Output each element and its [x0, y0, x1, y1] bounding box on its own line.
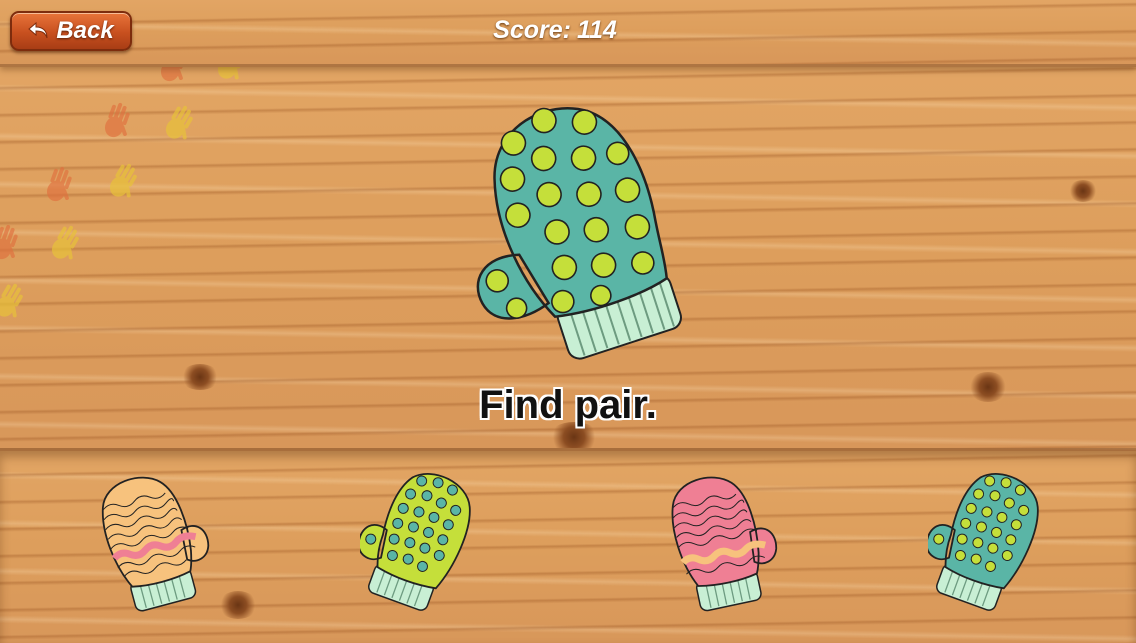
score-display: Score: 114	[0, 16, 1110, 45]
score-value: 114	[576, 16, 617, 44]
choice-mitten-1[interactable]	[80, 470, 210, 620]
score-label: Score:	[493, 16, 571, 44]
wood-knot	[218, 591, 258, 619]
target-mitten	[440, 88, 700, 378]
choice-mitten-3[interactable]	[648, 470, 778, 620]
choice-mitten-2[interactable]	[357, 470, 490, 620]
instruction-text: Find pair.	[479, 383, 657, 427]
wood-knot	[1068, 180, 1098, 202]
choice-mitten-4[interactable]	[925, 470, 1058, 620]
